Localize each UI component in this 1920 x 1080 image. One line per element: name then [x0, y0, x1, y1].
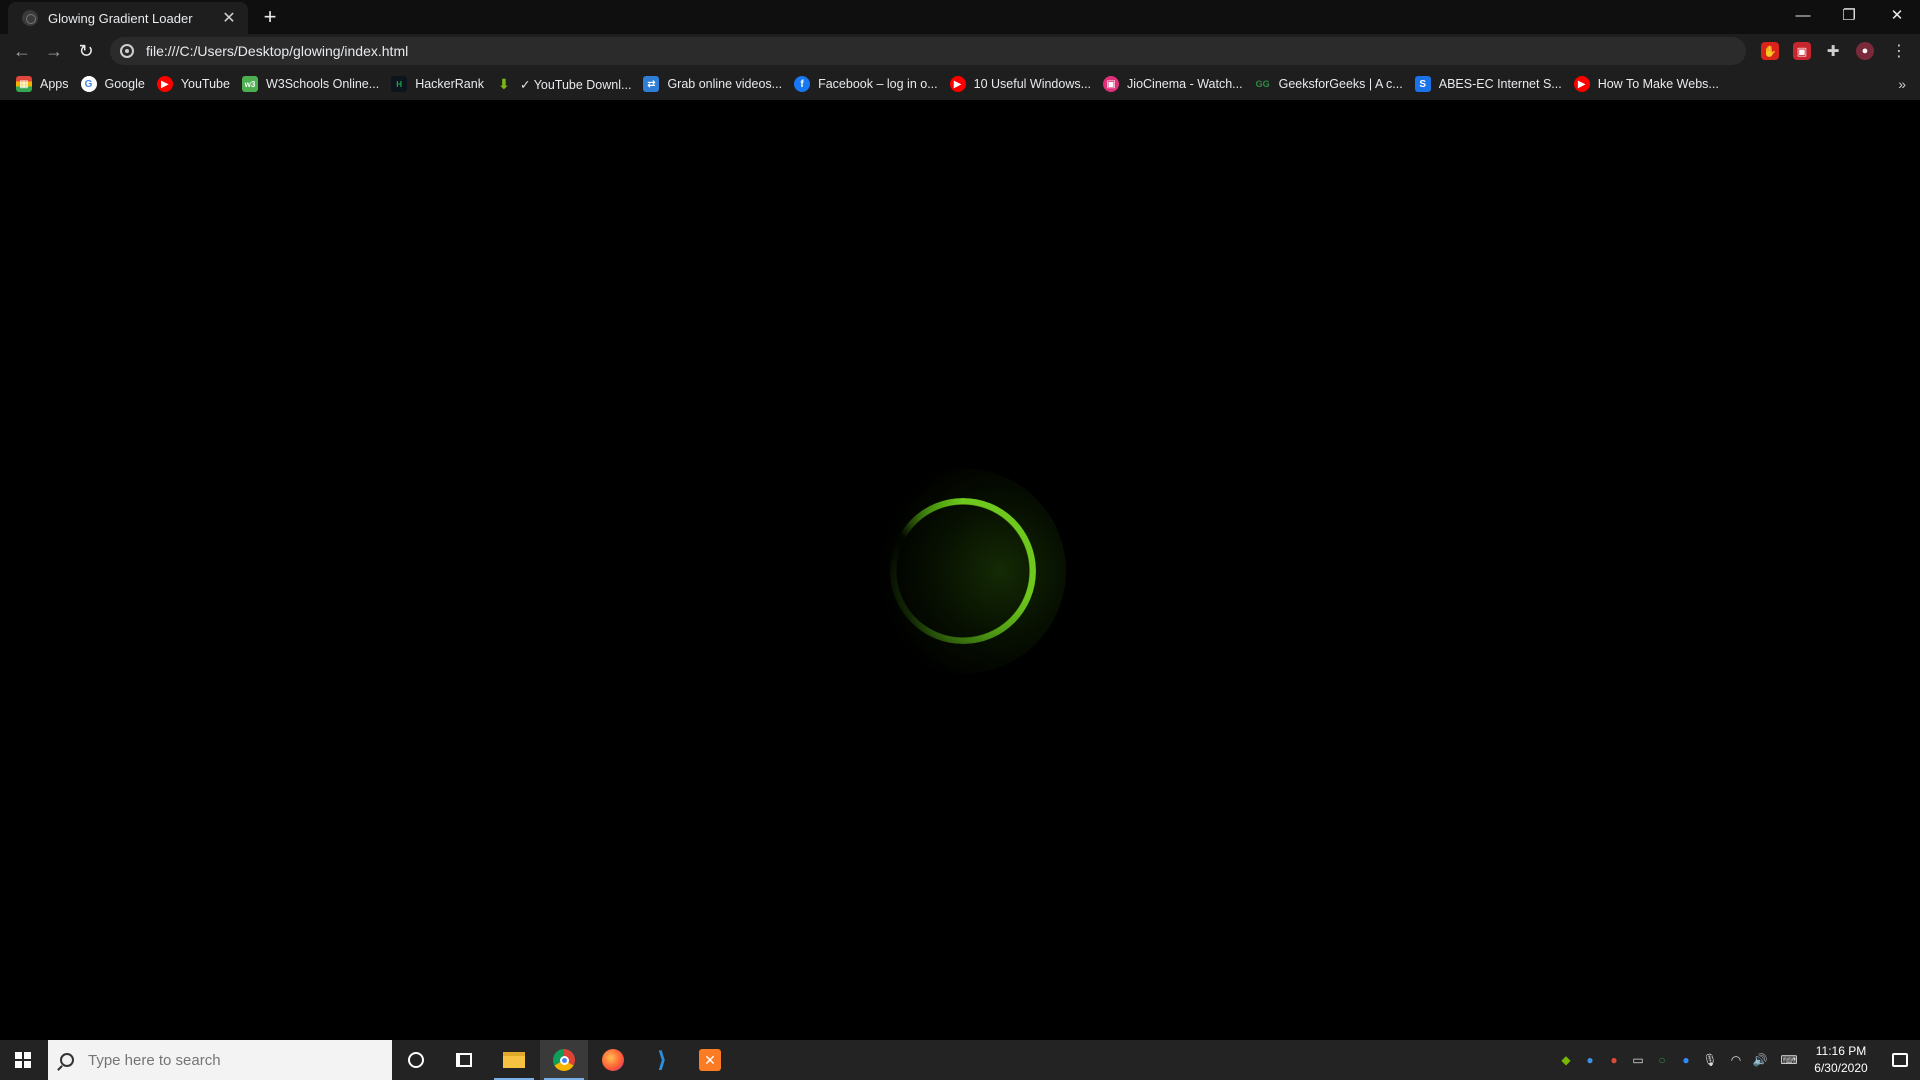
- shield-extension-icon[interactable]: ▣: [1793, 42, 1811, 60]
- geeksforgeeks-icon: GG: [1255, 79, 1270, 89]
- apps-grid-icon: ▦: [16, 76, 32, 92]
- xampp-button[interactable]: ✕: [686, 1040, 734, 1080]
- facebook-icon: f: [794, 76, 811, 92]
- taskbar-search-input[interactable]: [88, 1051, 368, 1069]
- youtube-icon: ▶: [156, 76, 173, 92]
- close-window-button[interactable]: ✕: [1874, 0, 1920, 30]
- steam-tray-icon[interactable]: ●: [1582, 1052, 1598, 1068]
- tab-close-icon[interactable]: ✕: [220, 9, 238, 27]
- url-input[interactable]: [146, 43, 1646, 59]
- bookmark-google[interactable]: G Google: [77, 71, 153, 97]
- clock-time: 11:16 PM: [1815, 1044, 1867, 1058]
- bookmarks-bar: ▦ Apps G Google ▶ YouTube w3 W3Schools Onlin…: [0, 68, 1920, 100]
- task-view-button[interactable]: [440, 1040, 488, 1080]
- back-button[interactable]: ←: [8, 37, 36, 65]
- notification-icon: [1892, 1053, 1908, 1067]
- restore-button[interactable]: ❐: [1826, 0, 1872, 30]
- profile-avatar[interactable]: ●: [1856, 42, 1874, 60]
- bookmark-hackerrank[interactable]: H HackerRank: [387, 71, 492, 97]
- bookmark-jiocinema[interactable]: ▣ JioCinema - Watch...: [1099, 71, 1251, 97]
- grab-video-icon: ⇄: [643, 76, 660, 92]
- bookmark-youtube[interactable]: ▶ YouTube: [153, 71, 238, 97]
- vscode-icon: ⟩: [656, 1047, 668, 1072]
- taskbar-search[interactable]: [48, 1040, 392, 1080]
- loader-ring: [890, 498, 1036, 644]
- bookmark-youtube-downloader[interactable]: ⬇ ✓ YouTube Downl...: [492, 71, 639, 97]
- minimize-button[interactable]: —: [1780, 0, 1826, 30]
- start-button[interactable]: [0, 1040, 46, 1080]
- folder-icon: [503, 1052, 525, 1068]
- address-bar[interactable]: [110, 37, 1746, 65]
- bookmark-abes-internet[interactable]: S ABES-EC Internet S...: [1411, 71, 1570, 97]
- volume-icon[interactable]: 🔊: [1752, 1052, 1768, 1068]
- firefox-button[interactable]: [589, 1040, 637, 1080]
- google-icon: G: [80, 76, 97, 92]
- bookmark-geeksforgeeks[interactable]: GG GeeksforGeeks | A c...: [1251, 71, 1411, 97]
- task-view-icon: [456, 1053, 472, 1067]
- menu-kebab-icon[interactable]: ⋮: [1890, 42, 1908, 60]
- bookmark-apps[interactable]: ▦ Apps: [12, 71, 77, 97]
- adblock-extension-icon[interactable]: ✋: [1761, 42, 1779, 60]
- firefox-icon: [602, 1049, 624, 1071]
- battery-icon[interactable]: ▭: [1630, 1052, 1646, 1068]
- hackerrank-icon: H: [391, 76, 408, 92]
- windows-logo-icon: [15, 1052, 31, 1068]
- clock-date: 6/30/2020: [1814, 1061, 1868, 1075]
- page-viewport: [0, 100, 1920, 1040]
- xampp-icon: ✕: [699, 1049, 721, 1071]
- new-tab-button[interactable]: +: [258, 4, 282, 29]
- clock[interactable]: 11:16 PM 6/30/2020: [1806, 1043, 1876, 1077]
- cortana-button[interactable]: [392, 1040, 440, 1080]
- w3schools-icon: w3: [241, 76, 258, 92]
- vscode-button[interactable]: ⟩: [638, 1040, 686, 1080]
- cortana-circle-icon: [408, 1052, 424, 1068]
- site-info-icon[interactable]: [120, 44, 134, 58]
- bookmarks-overflow-icon[interactable]: »: [1898, 76, 1906, 92]
- chrome-button[interactable]: [540, 1040, 588, 1080]
- browser-toolbar: ← → ↻ ✋ ▣ ✚ ● ⋮: [0, 34, 1920, 68]
- update-tray-icon[interactable]: ○: [1654, 1052, 1670, 1068]
- jiocinema-icon: ▣: [1103, 76, 1120, 92]
- glowing-loader: [860, 468, 1066, 674]
- security-tray-icon[interactable]: ●: [1606, 1052, 1622, 1068]
- youtube-icon: ▶: [949, 76, 966, 92]
- tab-title: Glowing Gradient Loader: [48, 10, 193, 26]
- bookmark-w3schools[interactable]: w3 W3Schools Online...: [238, 71, 387, 97]
- search-icon: [60, 1053, 74, 1067]
- tab-strip: Glowing Gradient Loader ✕ + — ❐ ✕: [0, 0, 1920, 34]
- tab-active[interactable]: Glowing Gradient Loader ✕: [8, 2, 248, 34]
- file-explorer-button[interactable]: [490, 1040, 538, 1080]
- forward-button[interactable]: →: [40, 37, 68, 65]
- windows-taskbar: ⟩ ✕ ◆ ● ● ▭ ○ ● 🎙 ◠ 🔊 ⌨ 11:16 PM 6/30/20…: [0, 1040, 1920, 1080]
- chrome-icon: [553, 1049, 575, 1071]
- microphone-icon[interactable]: 🎙: [1702, 1052, 1718, 1068]
- wifi-icon[interactable]: ◠: [1728, 1052, 1744, 1068]
- nvidia-tray-icon[interactable]: ◆: [1558, 1052, 1574, 1068]
- keyboard-icon[interactable]: ⌨: [1778, 1052, 1800, 1068]
- sify-icon: S: [1414, 76, 1431, 92]
- globe-favicon-icon: [22, 10, 38, 26]
- bookmark-grab-videos[interactable]: ⇄ Grab online videos...: [639, 71, 790, 97]
- bookmark-windows-tips[interactable]: ▶ 10 Useful Windows...: [946, 71, 1099, 97]
- bookmark-facebook[interactable]: f Facebook – log in o...: [790, 71, 946, 97]
- reload-button[interactable]: ↻: [72, 37, 100, 65]
- bookmark-make-website[interactable]: ▶ How To Make Webs...: [1570, 71, 1727, 97]
- zoom-tray-icon[interactable]: ●: [1678, 1052, 1694, 1068]
- download-arrow-icon: ⬇: [498, 75, 510, 92]
- youtube-icon: ▶: [1573, 76, 1590, 92]
- puzzle-extensions-icon[interactable]: ✚: [1824, 42, 1842, 60]
- action-center-button[interactable]: [1880, 1040, 1920, 1080]
